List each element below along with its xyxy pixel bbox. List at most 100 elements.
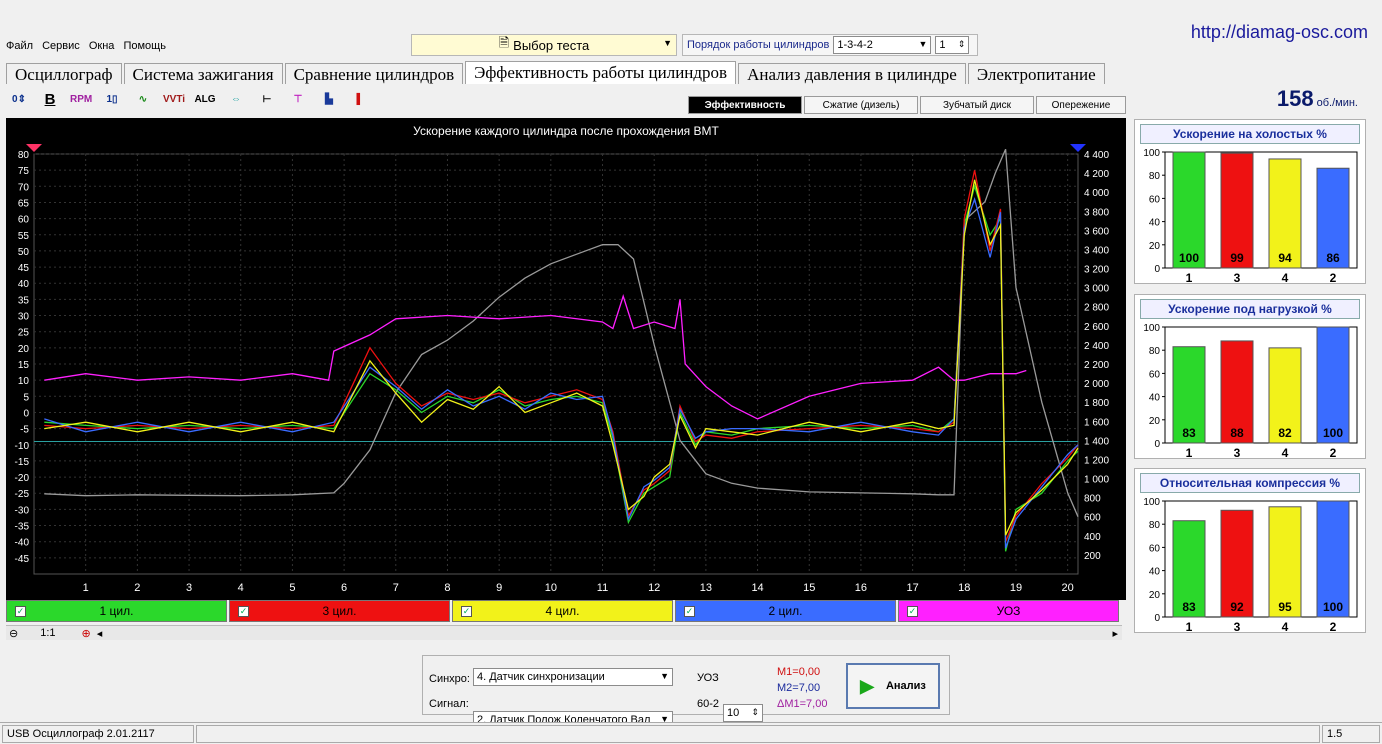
cursor-icon[interactable]: ⇔ <box>225 89 247 111</box>
panel-bar-label: 82 <box>1278 426 1292 440</box>
car-icon[interactable]: ▙ <box>318 89 340 111</box>
y-right-tick: 1 000 <box>1084 475 1109 486</box>
status-middle <box>196 725 1320 743</box>
panel-category: 1 <box>1186 620 1193 633</box>
tab-1[interactable]: Осциллограф <box>6 63 122 84</box>
document-icon: 🗎 <box>498 35 510 50</box>
analyze-button[interactable]: ▶ Анализ <box>846 663 940 709</box>
menu-service[interactable]: Сервис <box>42 40 80 52</box>
subtab-1[interactable]: Эффективность <box>688 96 802 114</box>
panel-bar-label: 100 <box>1179 251 1199 265</box>
scale-icon[interactable]: 1▯ <box>101 89 123 111</box>
bar-10-icon[interactable]: ▌ <box>349 89 371 111</box>
legend-label: 2 цил. <box>768 604 803 618</box>
uoz-spinner[interactable]: 10 ⇕ <box>723 704 763 722</box>
y-left-tick: 70 <box>18 182 30 193</box>
algorithm-icon[interactable]: ALG <box>194 89 216 111</box>
y-right-tick: 1 600 <box>1084 417 1109 428</box>
panel-category: 3 <box>1234 446 1241 459</box>
offset-icon[interactable]: 0⇕ <box>8 89 30 111</box>
menu-file[interactable]: Файл <box>6 40 33 52</box>
test-select[interactable]: 🗎 Выбор теста ▼ <box>411 34 677 56</box>
subtab-3[interactable]: Зубчатый диск <box>920 96 1034 114</box>
m1-value: M1=0,00 <box>777 666 821 678</box>
panel-bar-label: 88 <box>1230 426 1244 440</box>
subtab-2[interactable]: Сжатие (дизель) <box>804 96 918 114</box>
y-right-tick: 2 800 <box>1084 303 1109 314</box>
main-tabs: Осциллограф Система зажигания Сравнение ци… <box>6 61 1107 84</box>
x-tick: 4 <box>238 582 244 594</box>
filter-icon[interactable]: ⊤ <box>287 89 309 111</box>
y-left-tick: 20 <box>18 344 30 355</box>
y-left-tick: 10 <box>18 376 30 387</box>
y-right-tick: 3 200 <box>1084 265 1109 276</box>
panel-y-tick: 60 <box>1149 543 1161 554</box>
panel-y-tick: 20 <box>1149 590 1161 601</box>
x-tick: 18 <box>958 582 970 594</box>
bar-panel-2: Ускорение под нагрузкой % 0 20 40 60 80 100 83 1… <box>1134 294 1366 459</box>
rpm-icon[interactable]: RPM <box>70 89 92 111</box>
y-left-tick: -40 <box>15 538 30 549</box>
subtab-4[interactable]: Опережение <box>1036 96 1126 114</box>
y-right-tick: 800 <box>1084 494 1101 505</box>
x-tick: 16 <box>855 582 867 594</box>
legend-item-4[interactable]: ✓ 2 цил. <box>675 600 896 622</box>
legend-item-5[interactable]: ✓ УОЗ <box>898 600 1119 622</box>
menu-windows[interactable]: Окна <box>89 40 115 52</box>
sync-select[interactable]: 4. Датчик синхронизации ▼ <box>473 668 673 686</box>
cylinder-order-select[interactable]: 1-3-4-2 ▼ <box>833 36 932 54</box>
test-select-value: Выбор теста <box>513 37 590 53</box>
panel-title: Относительная компрессия % <box>1140 473 1360 493</box>
y-left-tick: 50 <box>18 247 30 258</box>
panel-y-tick: 40 <box>1149 567 1161 578</box>
main-chart[interactable]: Ускорение каждого цилиндра после прохожд… <box>6 118 1126 600</box>
marker-1234-icon[interactable]: ⊢ <box>256 89 278 111</box>
legend-item-3[interactable]: ✓ 4 цил. <box>452 600 673 622</box>
y-left-tick: 5 <box>23 392 29 403</box>
sync-value: 4. Датчик синхронизации <box>477 671 605 683</box>
series-line-6 <box>44 148 1079 517</box>
tab-4[interactable]: Эффективность работы цилиндров <box>465 61 737 84</box>
panel-y-tick: 40 <box>1149 218 1161 229</box>
tab-6[interactable]: Электропитание <box>967 63 1105 84</box>
zoom-in-icon[interactable]: ⊕ <box>82 627 91 640</box>
legend-item-1[interactable]: ✓ 1 цил. <box>6 600 227 622</box>
bold-icon[interactable]: B <box>39 89 61 111</box>
panel-bar-label: 94 <box>1278 251 1292 265</box>
y-left-tick: -15 <box>15 457 30 468</box>
cylinder-number-spinner[interactable]: 1 ⇕ <box>935 36 970 54</box>
y-right-tick: 3 000 <box>1084 284 1109 295</box>
y-left-tick: 30 <box>18 312 30 323</box>
y-right-tick: 4 200 <box>1084 169 1109 180</box>
y-left-tick: 55 <box>18 231 30 242</box>
y-left-tick: -20 <box>15 473 30 484</box>
line-chart-icon[interactable]: ∿ <box>132 89 154 111</box>
analyze-label: Анализ <box>885 680 926 692</box>
panel-category: 4 <box>1282 620 1289 633</box>
panel-y-tick: 80 <box>1149 520 1161 531</box>
y-right-tick: 600 <box>1084 513 1101 524</box>
panel-category: 2 <box>1330 620 1337 633</box>
tab-2[interactable]: Система зажигания <box>123 63 283 84</box>
vvti-icon[interactable]: VVTi <box>163 89 185 111</box>
x-tick: 2 <box>134 582 140 594</box>
zoom-out-icon[interactable]: ⊖ <box>9 627 18 640</box>
y-right-tick: 4 400 <box>1084 150 1109 161</box>
legend-item-2[interactable]: ✓ 3 цил. <box>229 600 450 622</box>
status-bar: USB Осциллограф 2.01.2117 1.5 <box>0 722 1382 744</box>
menu-help[interactable]: Помощь <box>123 40 166 52</box>
delta-m1-value: ΔM1=7,00 <box>777 698 828 710</box>
sub-tabs: Эффективность Сжатие (дизель) Зубчатый дис… <box>688 96 1128 114</box>
panel-chart: 0 20 40 60 80 100 100 1 99 3 94 4 86 2 <box>1143 148 1358 284</box>
y-left-tick: -25 <box>15 489 30 500</box>
series-line-3 <box>44 179 1079 536</box>
tab-5[interactable]: Анализ давления в цилиндре <box>738 63 966 84</box>
tab-3[interactable]: Сравнение цилиндров <box>284 63 464 84</box>
spinner-arrows-icon: ⇕ <box>751 707 759 717</box>
dropdown-arrow-icon: ▼ <box>660 671 669 681</box>
scroll-left-icon[interactable]: ◂ <box>97 627 103 640</box>
zoom-scroll-bar[interactable]: ⊖ 1:1 ⊕ ◂ ▸ <box>6 625 1122 640</box>
y-left-tick: -35 <box>15 522 30 533</box>
scroll-right-icon[interactable]: ▸ <box>1112 627 1118 640</box>
y-right-tick: 1 800 <box>1084 398 1109 409</box>
